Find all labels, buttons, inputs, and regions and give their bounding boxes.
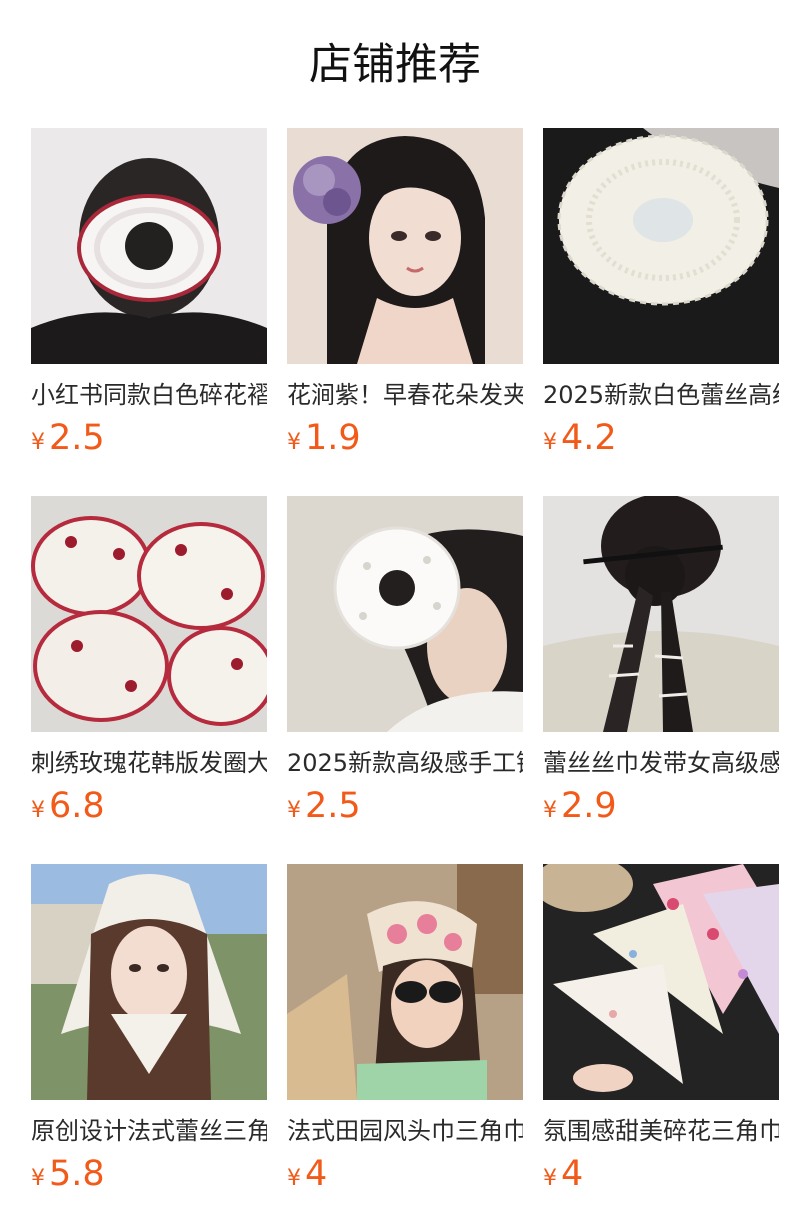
product-name[interactable]: 刺绣玫瑰花韩版发圈大肠圈 [31,746,267,780]
product-card[interactable]: 花涧紫！早春花朵发夹 ¥1.9 [287,128,523,496]
price-value: 4 [305,1154,328,1194]
embroidered-scrunchies-photo [31,496,267,732]
price-value: 1.9 [305,418,361,458]
product-name[interactable]: 原创设计法式蕾丝三角巾 [31,1114,267,1148]
product-image[interactable] [31,496,267,732]
currency-symbol: ¥ [287,798,301,823]
price-value: 4 [561,1154,584,1194]
product-image[interactable] [543,496,779,732]
product-card[interactable]: 原创设计法式蕾丝三角巾 ¥5.8 [31,864,267,1232]
currency-symbol: ¥ [543,430,557,455]
product-image[interactable] [287,864,523,1100]
product-card[interactable]: 法式田园风头巾三角巾 ¥4 [287,864,523,1232]
currency-symbol: ¥ [287,1166,301,1191]
lace-scrunchie-photo [543,128,779,364]
currency-symbol: ¥ [543,798,557,823]
currency-symbol: ¥ [543,1166,557,1191]
product-image[interactable] [287,128,523,364]
product-image[interactable] [287,496,523,732]
lace-headscarf-model-photo [31,864,267,1100]
product-name[interactable]: 2025新款高级感手工镂空发圈 [287,746,523,780]
product-price: ¥2.9 [543,784,779,828]
product-name[interactable]: 蕾丝丝巾发带女高级感 [543,746,779,780]
currency-symbol: ¥ [31,798,45,823]
product-card[interactable]: 2025新款高级感手工镂空发圈 ¥2.5 [287,496,523,864]
ribbon-hair-scarf-photo [543,496,779,732]
product-image[interactable] [31,864,267,1100]
product-price: ¥4.2 [543,416,779,460]
product-price: ¥4 [543,1152,779,1196]
currency-symbol: ¥ [31,1166,45,1191]
product-card[interactable]: 小红书同款白色碎花褶皱发圈 ¥2.5 [31,128,267,496]
price-value: 2.9 [561,786,617,826]
price-value: 5.8 [49,1154,105,1194]
product-name[interactable]: 法式田园风头巾三角巾 [287,1114,523,1148]
eyelet-scrunchie-model-photo [287,496,523,732]
product-card[interactable]: 刺绣玫瑰花韩版发圈大肠圈 ¥6.8 [31,496,267,864]
price-value: 6.8 [49,786,105,826]
price-value: 2.5 [305,786,361,826]
bandana-model-photo [287,864,523,1100]
product-image[interactable] [31,128,267,364]
scrunchie-photo [31,128,267,364]
product-price: ¥5.8 [31,1152,267,1196]
currency-symbol: ¥ [287,430,301,455]
product-price: ¥4 [287,1152,523,1196]
product-name[interactable]: 花涧紫！早春花朵发夹 [287,378,523,412]
product-image[interactable] [543,128,779,364]
product-image[interactable] [543,864,779,1100]
product-card[interactable]: 2025新款白色蕾丝高级感发圈 ¥4.2 [543,128,779,496]
product-price: ¥1.9 [287,416,523,460]
chiffon-scarves-photo [543,864,779,1100]
product-card[interactable]: 氛围感甜美碎花三角巾 ¥4 [543,864,779,1232]
hairclip-model-photo [287,128,523,364]
section-title: 店铺推荐 [309,40,481,90]
product-name[interactable]: 2025新款白色蕾丝高级感发圈 [543,378,779,412]
product-grid: 小红书同款白色碎花褶皱发圈 ¥2.5 花涧紫！早春花朵发夹 ¥1.9 [31,128,781,1232]
currency-symbol: ¥ [31,430,45,455]
price-value: 2.5 [49,418,105,458]
product-name[interactable]: 小红书同款白色碎花褶皱发圈 [31,378,267,412]
product-name[interactable]: 氛围感甜美碎花三角巾 [543,1114,779,1148]
product-price: ¥6.8 [31,784,267,828]
product-price: ¥2.5 [31,416,267,460]
product-price: ¥2.5 [287,784,523,828]
product-card[interactable]: 蕾丝丝巾发带女高级感 ¥2.9 [543,496,779,864]
price-value: 4.2 [561,418,617,458]
